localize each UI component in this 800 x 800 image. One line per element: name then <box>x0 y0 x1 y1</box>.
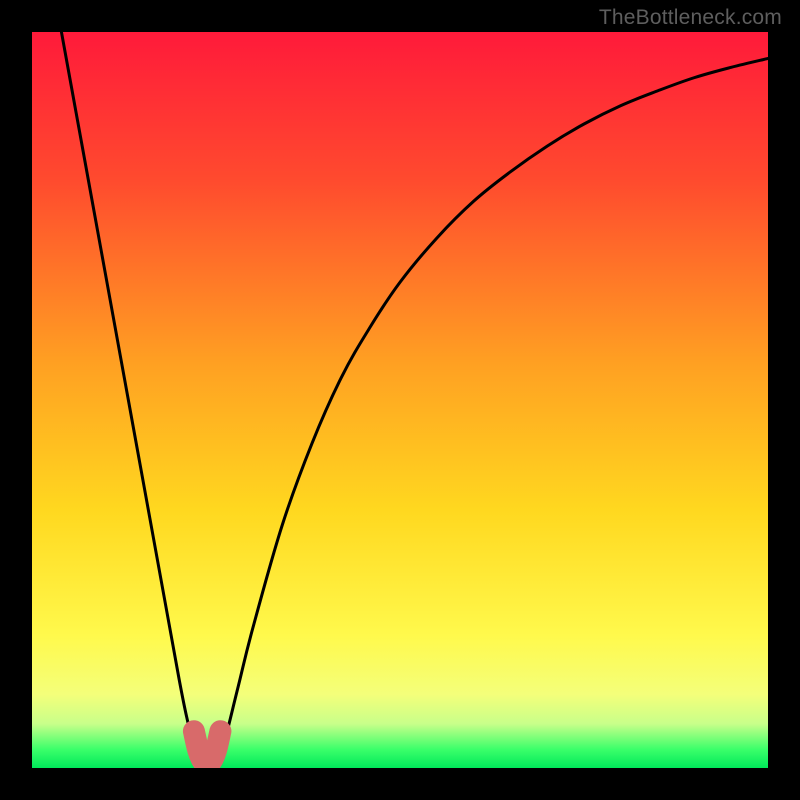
gradient-background <box>32 32 768 768</box>
watermark-text: TheBottleneck.com <box>599 6 782 30</box>
bottleneck-chart <box>32 32 768 768</box>
chart-frame: TheBottleneck.com <box>0 0 800 800</box>
plot-area <box>32 32 768 768</box>
